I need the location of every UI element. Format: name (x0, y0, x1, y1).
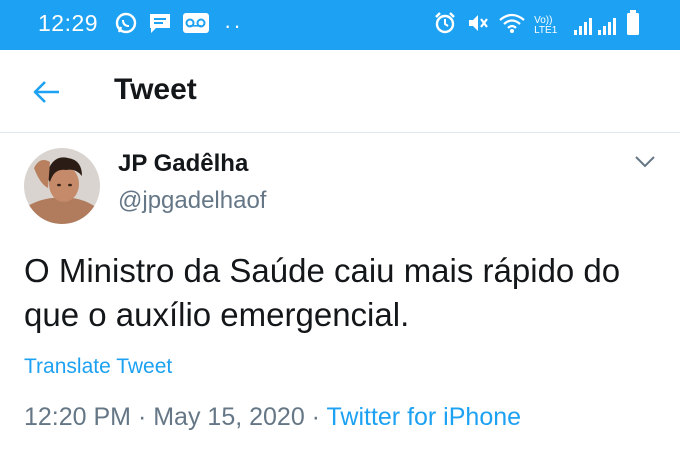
tweet-date: May 15, 2020 (153, 403, 305, 431)
voicemail-icon (182, 12, 210, 39)
network-label: Vo)) LTE1 (534, 14, 558, 36)
alarm-icon (433, 11, 457, 40)
tweet-text: O Ministro da Saúde caiu mais rápido do … (24, 252, 621, 333)
status-right-icons: Vo)) LTE1 (433, 10, 640, 41)
author-name[interactable]: JP Gadêlha (118, 150, 248, 178)
meta-separator: · (131, 403, 154, 431)
tweet-source-link[interactable]: Twitter for iPhone (327, 403, 522, 431)
avatar[interactable] (24, 148, 100, 224)
message-icon (148, 12, 172, 39)
tweet-metadata: 12:20 PM · May 15, 2020 · Twitter for iP… (24, 403, 521, 432)
status-time: 12:29 (38, 10, 99, 36)
status-bar: 12:29 ·· Vo)) LTE1 (0, 0, 680, 50)
whatsapp-icon (114, 11, 138, 40)
status-left-icons: ·· (114, 11, 243, 40)
wifi-icon (499, 12, 525, 39)
chevron-down-icon[interactable] (634, 155, 656, 169)
top-app-bar: Tweet (0, 50, 680, 133)
tweet-time: 12:20 PM (24, 403, 132, 431)
more-dots-icon: ·· (224, 12, 243, 38)
author-handle[interactable]: @jpgadelhaof (118, 187, 266, 215)
page-title: Tweet (114, 73, 197, 106)
back-arrow-icon[interactable] (32, 78, 62, 106)
meta-separator: · (304, 403, 327, 431)
mute-icon (466, 11, 490, 40)
battery-icon (626, 10, 640, 41)
signal-icon: Vo)) LTE1 (534, 14, 617, 36)
translate-tweet-link[interactable]: Translate Tweet (24, 355, 172, 379)
